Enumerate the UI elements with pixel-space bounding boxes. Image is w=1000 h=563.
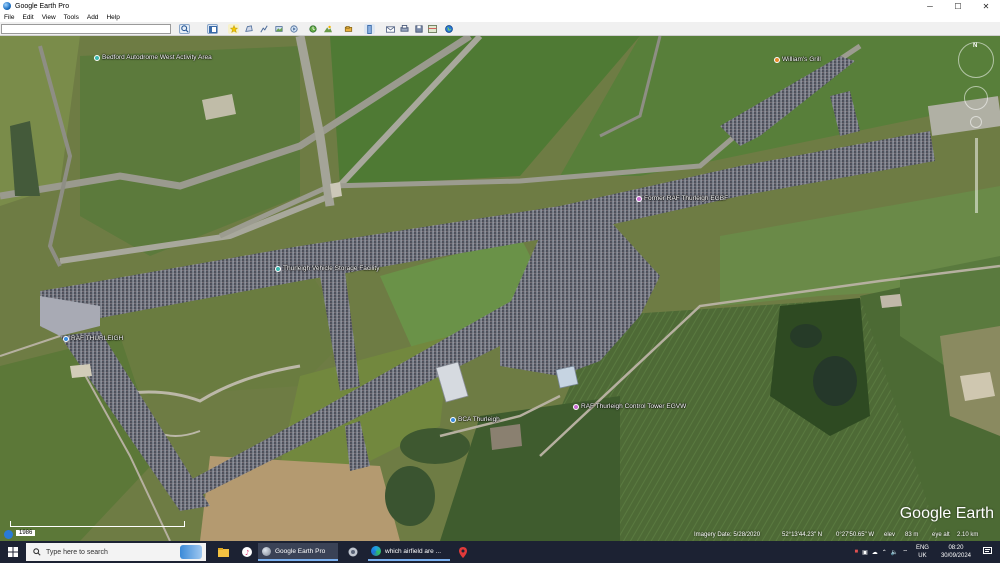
- volume-icon[interactable]: 🔈: [891, 549, 898, 556]
- search-icon[interactable]: [179, 24, 190, 34]
- zoom-slider[interactable]: [975, 138, 978, 213]
- taskbar-app-edge[interactable]: which airfield are ...: [368, 543, 450, 561]
- search-input[interactable]: [1, 24, 171, 34]
- svg-text:♪: ♪: [245, 549, 249, 557]
- ruler-icon[interactable]: [364, 24, 375, 34]
- place-pin-icon: [94, 54, 100, 61]
- map-status-line: 1986 Imagery Date: 5/28/2020 52°13'44.23…: [0, 529, 1000, 541]
- onedrive-icon[interactable]: ☁: [872, 549, 878, 556]
- network-icon[interactable]: ▣: [862, 549, 868, 556]
- place-control-tower[interactable]: RAF Thurleigh Control Tower EGVW: [573, 403, 686, 410]
- print-icon[interactable]: [399, 24, 410, 34]
- place-williams-grill[interactable]: William's Grill: [774, 56, 821, 63]
- menu-bar: File Edit View Tools Add Help: [0, 12, 1000, 22]
- notifications-icon[interactable]: [983, 547, 992, 557]
- compass-look-control[interactable]: N: [958, 42, 994, 78]
- planets-icon[interactable]: [343, 24, 354, 34]
- minimize-button[interactable]: ─: [916, 0, 944, 12]
- scale-bar: [10, 521, 185, 527]
- clock[interactable]: 08:20 30/09/2024: [941, 544, 971, 560]
- windows-taskbar: Type here to search ♪ Google Earth Pro w…: [0, 541, 1000, 563]
- window-title: Google Earth Pro: [15, 2, 70, 10]
- place-bedford-autodrome[interactable]: Bedford Autodrome West Activity Area: [94, 54, 212, 61]
- app-icon[interactable]: [342, 543, 364, 561]
- image-overlay-icon[interactable]: [273, 24, 284, 34]
- eye-alt-label: eye alt: [932, 532, 950, 538]
- itunes-icon[interactable]: ♪: [236, 543, 258, 561]
- elevation-value: 83 m: [905, 532, 919, 538]
- tour-icon[interactable]: [288, 24, 299, 34]
- google-earth-watermark: Google Earth: [899, 505, 994, 522]
- save-image-icon[interactable]: [413, 24, 424, 34]
- google-earth-app-icon: [3, 2, 11, 10]
- historical-imagery-icon[interactable]: [307, 24, 318, 34]
- edge-browser-icon: [371, 546, 381, 556]
- menu-view[interactable]: View: [38, 14, 60, 21]
- menu-help[interactable]: Help: [102, 14, 123, 21]
- polygon-icon[interactable]: [243, 24, 254, 34]
- scale-value: 1986: [16, 530, 36, 536]
- globe-icon[interactable]: [443, 24, 454, 34]
- maps-icon[interactable]: [427, 24, 438, 34]
- search-highlight-icon: [180, 545, 202, 559]
- satellite-imagery: [0, 36, 1000, 541]
- place-bca-thurleigh[interactable]: BCA Thurleigh: [450, 416, 500, 423]
- taskbar-search-input[interactable]: Type here to search: [26, 543, 206, 561]
- menu-add[interactable]: Add: [83, 14, 103, 21]
- language-indicator[interactable]: ENG UK: [916, 544, 929, 560]
- menu-file[interactable]: File: [0, 14, 18, 21]
- google-earth-app-icon: [262, 546, 271, 556]
- toolbar: [0, 22, 1000, 36]
- search-icon: [33, 548, 41, 556]
- wifi-icon[interactable]: ⌔: [902, 548, 908, 556]
- maximize-button[interactable]: ☐: [944, 0, 972, 12]
- latitude: 52°13'44.23" N: [782, 532, 823, 538]
- menu-edit[interactable]: Edit: [18, 14, 37, 21]
- sunlight-icon[interactable]: [322, 24, 333, 34]
- earth-status-icon: [4, 530, 13, 539]
- chevron-up-icon[interactable]: ⌃: [882, 549, 887, 556]
- tray-app-icon[interactable]: ■: [855, 549, 859, 555]
- windows-logo-icon: [8, 547, 18, 557]
- airport-pin-icon: [573, 403, 579, 410]
- file-explorer-icon[interactable]: [212, 543, 234, 561]
- system-tray: ■ ▣ ☁ ⌃ 🔈 ⌔ ENG UK 08:20 30/09/2024: [855, 541, 1000, 563]
- place-vehicle-storage-facility[interactable]: Thurleigh Vehicle Storage Facility: [275, 265, 379, 272]
- map-viewport[interactable]: Bedford Autodrome West Activity Area Wil…: [0, 36, 1000, 541]
- move-control[interactable]: [964, 86, 988, 110]
- north-indicator-icon: N: [973, 43, 978, 49]
- placemark-icon[interactable]: [228, 24, 239, 34]
- restaurant-pin-icon: [774, 56, 780, 63]
- airport-pin-icon: [636, 195, 642, 202]
- sidebar-toggle-icon[interactable]: [207, 24, 218, 34]
- place-pin-icon: [63, 335, 69, 342]
- elevation-label: elev: [884, 532, 896, 538]
- taskbar-app-google-earth[interactable]: Google Earth Pro: [258, 543, 338, 561]
- imagery-date: Imagery Date: 5/28/2020: [694, 532, 761, 538]
- window-controls: ─ ☐ ✕: [916, 0, 1000, 12]
- window-titlebar: Google Earth Pro ─ ☐ ✕: [0, 0, 1000, 12]
- place-pin-icon: [275, 265, 281, 272]
- place-raf-thurleigh[interactable]: RAF THURLEIGH: [63, 335, 123, 342]
- street-view-pegman-icon[interactable]: [970, 116, 982, 128]
- eye-alt-value: 2.10 km: [957, 532, 979, 538]
- menu-tools[interactable]: Tools: [60, 14, 83, 21]
- place-former-raf-thurleigh[interactable]: Former RAF Thurleigh EGBF: [636, 195, 728, 202]
- close-button[interactable]: ✕: [972, 0, 1000, 12]
- maps-pin-icon[interactable]: [454, 543, 472, 561]
- start-button[interactable]: [8, 547, 18, 559]
- email-icon[interactable]: [385, 24, 396, 34]
- place-pin-icon: [450, 416, 456, 423]
- longitude: 0°27'50.65" W: [836, 532, 875, 538]
- path-icon[interactable]: [258, 24, 269, 34]
